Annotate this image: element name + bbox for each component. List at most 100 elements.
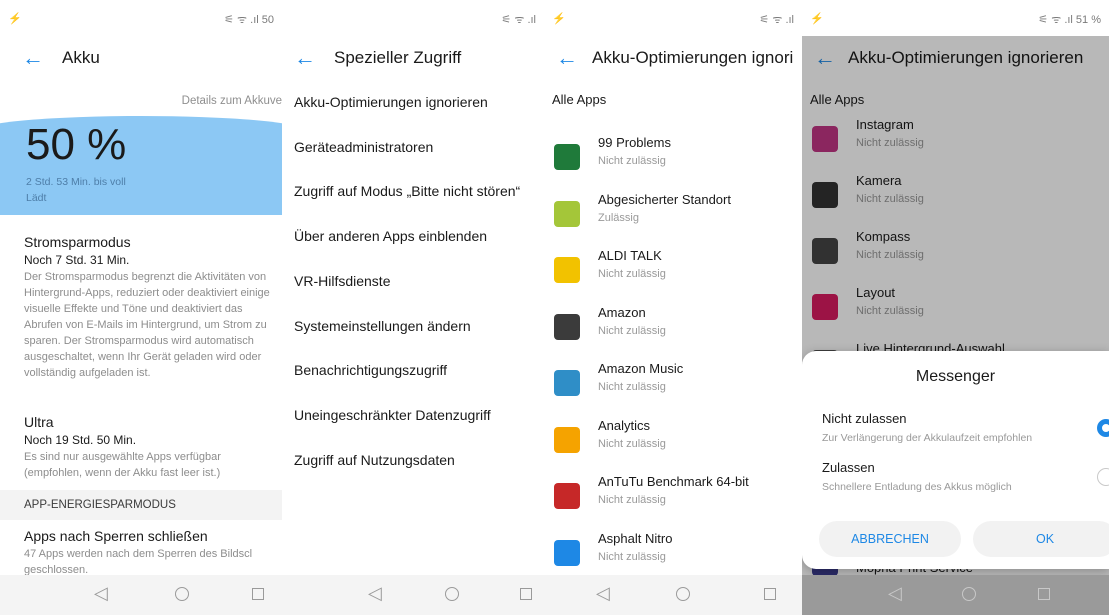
page-title: Akku-Optimierungen ignori xyxy=(592,48,794,67)
app-name: Amazon Music xyxy=(598,361,684,376)
app-name: Abgesicherter Standort xyxy=(598,191,731,207)
aldi-talk-icon xyxy=(554,257,580,283)
menu-item-modify-system-settings[interactable]: Systemeinstellungen ändern xyxy=(294,318,538,334)
option-label: Zulassen xyxy=(822,460,875,475)
menu-item-device-administrators[interactable]: Geräteadministratoren xyxy=(294,139,538,155)
app-name: Analytics xyxy=(598,417,651,433)
page-title: Akku xyxy=(62,48,100,67)
app-filter-dropdown[interactable]: Alle Apps xyxy=(552,92,606,107)
back-arrow-icon[interactable]: ← xyxy=(556,47,578,69)
status-bar: ⚟ ᯤ .ıl xyxy=(282,0,544,36)
nav-home-icon[interactable] xyxy=(676,587,690,601)
page-title: Spezieller Zugriff xyxy=(334,48,462,67)
nav-back-icon[interactable]: ◁ xyxy=(368,583,382,604)
app-status: Nicht zulässig xyxy=(598,494,666,506)
list-item[interactable]: 99 Problems Nicht zulässig xyxy=(544,130,802,186)
dialog-title: Messenger xyxy=(915,368,996,385)
option-allow[interactable]: Zulassen Schnellere Entladung des Akkus … xyxy=(822,460,1109,493)
menu-item-vr-helper-services[interactable]: VR-Hilfsdienste xyxy=(294,273,538,289)
section-header: APP-ENERGIESPARMODUS xyxy=(0,490,282,520)
app-name: 99 Problems xyxy=(598,135,671,150)
ultra-title: Ultra xyxy=(24,414,54,430)
nav-recent-icon[interactable] xyxy=(520,588,532,600)
app-status: Nicht zulässig xyxy=(598,550,666,563)
app-status: Nicht zulässig xyxy=(598,437,666,450)
menu-item-draw-over-apps[interactable]: Über anderen Apps einblenden xyxy=(294,228,538,244)
radio-selected[interactable] xyxy=(1097,419,1109,437)
cancel-button[interactable]: ABBRECHEN xyxy=(819,521,961,557)
nav-bar: ◁ xyxy=(802,575,1109,615)
status-icons: ⚟ ᯤ .ıl 50 xyxy=(224,14,274,26)
messenger-dialog: Messenger Nicht zulassen Zur Verlängerun… xyxy=(802,351,1109,569)
status-bar: ⚡ ⚟ ᯤ .ıl 51 % xyxy=(802,0,1109,36)
nav-bar: ◁ xyxy=(544,575,802,615)
list-item[interactable]: Amazon Nicht zulässig xyxy=(544,300,802,356)
ignore-battery-optimizations-list: ⚡ ⚟ ᯤ .ıl ← Akku-Optimierungen ignori Al… xyxy=(544,0,802,615)
analytics-icon xyxy=(554,426,580,453)
nav-back-icon[interactable]: ◁ xyxy=(888,583,902,604)
app-status: Nicht zulässig xyxy=(598,381,666,393)
menu-item-unrestricted-data-access[interactable]: Uneingeschränkter Datenzugriff xyxy=(294,407,538,423)
charge-time: 2 Std. 53 Min. bis voll xyxy=(26,176,126,188)
power-saving-mode-item[interactable]: Stromsparmodus Noch 7 Std. 31 Min. Der S… xyxy=(24,234,278,381)
app-name: ALDI TALK xyxy=(598,248,662,263)
app-bar: ← Akku-Optimierungen ignori xyxy=(544,36,802,82)
list-item[interactable]: Abgesicherter Standort Zulässig xyxy=(544,187,802,243)
ignore-battery-optimizations-dialog-screen: ⚡ ⚟ ᯤ .ıl 51 % ← Akku-Optimierungen igno… xyxy=(802,0,1109,615)
app-status: Zulässig xyxy=(598,211,639,224)
list-item[interactable]: Amazon Music Nicht zulässig xyxy=(544,356,802,412)
app-name: AnTuTu Benchmark 64-bit xyxy=(598,474,749,489)
ok-button[interactable]: OK xyxy=(973,521,1109,557)
app-status: Nicht zulässig xyxy=(598,324,666,337)
asphalt-nitro-icon xyxy=(554,539,580,566)
back-arrow-icon[interactable]: ← xyxy=(22,47,44,69)
list-item[interactable]: Asphalt Nitro Nicht zulässig xyxy=(544,526,802,582)
list-item[interactable]: Analytics Nicht zulässig xyxy=(544,413,802,469)
nav-home-icon[interactable] xyxy=(445,587,459,601)
option-label: Nicht zulassen xyxy=(822,411,907,426)
back-arrow-icon[interactable]: ← xyxy=(294,47,316,69)
ultra-mode-item[interactable]: Ultra Noch 19 Std. 50 Min. Es sind nur a… xyxy=(24,414,278,481)
menu-item-ignore-battery-optimizations[interactable]: Akku-Optimierungen ignorieren xyxy=(294,94,538,110)
nav-back-icon[interactable]: ◁ xyxy=(596,583,610,604)
nav-recent-icon[interactable] xyxy=(764,588,776,600)
android-icon xyxy=(554,200,580,227)
option-do-not-allow[interactable]: Nicht zulassen Zur Verlängerung der Akku… xyxy=(822,411,1109,444)
nav-home-icon[interactable] xyxy=(962,587,976,601)
option-hint: Schnellere Entladung des Akkus möglich xyxy=(822,481,1012,493)
nav-bar: ◁ xyxy=(0,575,282,615)
power-saving-remaining: Noch 7 Std. 31 Min. xyxy=(24,253,130,267)
menu-item-usage-access[interactable]: Zugriff auf Nutzungsdaten xyxy=(294,452,538,468)
99-problems-icon xyxy=(554,144,580,170)
list-item[interactable]: AnTuTu Benchmark 64-bit Nicht zulässig xyxy=(544,469,802,525)
battery-details-link[interactable]: Details zum Akkuve xyxy=(182,95,282,107)
app-bar: ← Akku xyxy=(0,36,282,82)
battery-percent: 50 % xyxy=(26,120,127,169)
list-item[interactable]: ALDI TALK Nicht zulässig xyxy=(544,243,802,299)
charge-state: Lädt xyxy=(26,192,47,204)
menu-item-do-not-disturb-access[interactable]: Zugriff auf Modus „Bitte nicht stören“ xyxy=(294,183,538,199)
close-apps-description: 47 Apps werden nach dem Sperren des Bild… xyxy=(24,548,253,576)
status-bar: ⚡ ⚟ ᯤ .ıl 50 xyxy=(0,0,282,36)
app-status: Nicht zulässig xyxy=(598,268,666,280)
power-saving-description: Der Stromsparmodus begrenzt die Aktivitä… xyxy=(24,271,270,379)
menu-item-notification-access[interactable]: Benachrichtigungszugriff xyxy=(294,362,538,378)
close-apps-after-lock-item[interactable]: Apps nach Sperren schließen 47 Apps werd… xyxy=(24,528,278,578)
nav-home-icon[interactable] xyxy=(175,587,189,601)
nav-back-icon[interactable]: ◁ xyxy=(94,583,108,604)
status-bar: ⚡ ⚟ ᯤ .ıl xyxy=(544,0,802,36)
battery-screen: ⚡ ⚟ ᯤ .ıl 50 ← Akku Details zum Akkuve 5… xyxy=(0,0,282,615)
amazon-icon xyxy=(554,313,580,340)
option-hint: Zur Verlängerung der Akkulaufzeit empfoh… xyxy=(822,432,1033,444)
ultra-remaining: Noch 19 Std. 50 Min. xyxy=(24,433,137,447)
app-bar: ← Spezieller Zugriff xyxy=(282,36,544,82)
usb-icon: ⚡ xyxy=(810,13,824,25)
antutu-icon xyxy=(554,483,580,509)
nav-recent-icon[interactable] xyxy=(1038,588,1050,600)
radio-unselected[interactable] xyxy=(1097,468,1109,486)
status-icons: ⚟ ᯤ .ıl xyxy=(759,14,794,26)
status-icons: ⚟ ᯤ .ıl 51 % xyxy=(1038,14,1101,26)
nav-recent-icon[interactable] xyxy=(252,588,264,600)
close-apps-title: Apps nach Sperren schließen xyxy=(24,528,208,544)
amazon-music-icon xyxy=(554,370,580,396)
